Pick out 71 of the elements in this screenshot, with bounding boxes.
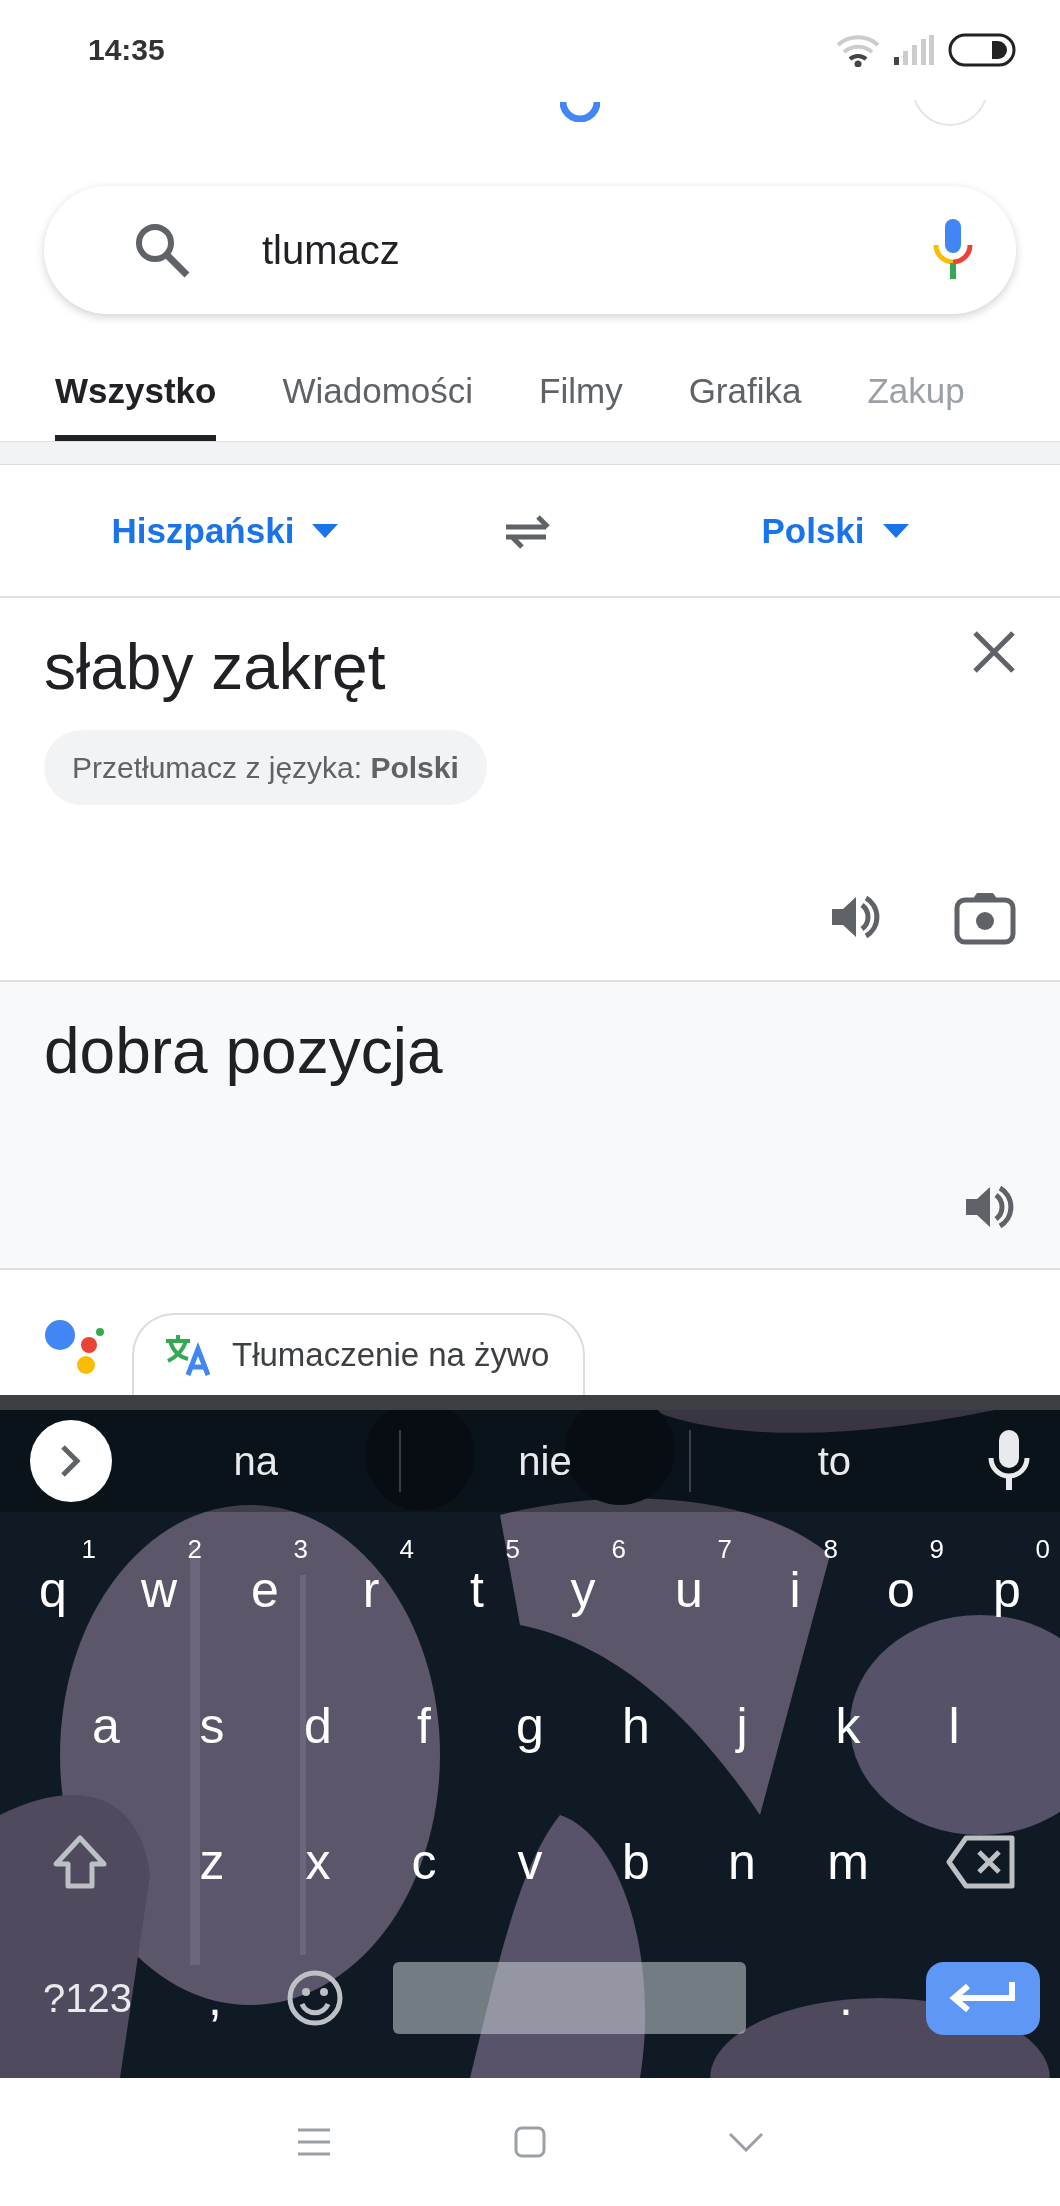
key[interactable]: x bbox=[265, 1802, 371, 1922]
suggestion[interactable]: to bbox=[690, 1438, 978, 1484]
key-hint: 9 bbox=[929, 1534, 944, 1565]
symbols-key[interactable]: ?123 bbox=[0, 1938, 175, 2058]
key[interactable]: w 2 bbox=[106, 1530, 212, 1650]
menu-icon[interactable] bbox=[298, 2127, 330, 2157]
key[interactable]: j bbox=[689, 1666, 795, 1786]
key[interactable]: z bbox=[159, 1802, 265, 1922]
key[interactable]: g bbox=[477, 1666, 583, 1786]
wifi-icon bbox=[836, 33, 880, 67]
key-hint: 0 bbox=[1035, 1534, 1050, 1565]
key[interactable]: r 4 bbox=[318, 1530, 424, 1650]
key-hint: 5 bbox=[505, 1534, 520, 1565]
tab[interactable]: Filmy bbox=[539, 370, 623, 441]
key[interactable]: d bbox=[265, 1666, 371, 1786]
key[interactable]: u 7 bbox=[636, 1530, 742, 1650]
source-language-button[interactable]: Hiszpański bbox=[105, 504, 345, 557]
battery-icon bbox=[948, 33, 1016, 67]
home-icon[interactable] bbox=[514, 2126, 546, 2158]
logo-icon bbox=[560, 100, 600, 122]
key[interactable]: k bbox=[795, 1666, 901, 1786]
key-hint: 1 bbox=[81, 1534, 96, 1565]
key[interactable]: o 9 bbox=[848, 1530, 954, 1650]
chevron-icon bbox=[60, 1444, 82, 1478]
back-icon[interactable] bbox=[728, 2132, 764, 2152]
key[interactable]: c bbox=[371, 1802, 477, 1922]
key-hint: 8 bbox=[823, 1534, 838, 1565]
key[interactable]: a bbox=[53, 1666, 159, 1786]
tab[interactable]: Grafika bbox=[688, 370, 802, 441]
caret-icon bbox=[882, 523, 909, 538]
camera-icon[interactable] bbox=[954, 890, 1016, 946]
key[interactable]: . bbox=[806, 1938, 886, 2058]
caret-icon bbox=[312, 523, 339, 538]
key[interactable]: v bbox=[477, 1802, 583, 1922]
translate-icon bbox=[164, 1333, 210, 1377]
suggestion[interactable]: nie bbox=[401, 1438, 689, 1484]
live-translate-chip[interactable]: Tłumaczenie na żywo bbox=[132, 1313, 586, 1395]
key[interactable]: y 6 bbox=[530, 1530, 636, 1650]
key-hint: 7 bbox=[717, 1534, 732, 1565]
key[interactable]: q 1 bbox=[0, 1530, 106, 1650]
key-hint: 4 bbox=[399, 1534, 414, 1565]
emoji-icon bbox=[287, 1970, 343, 2026]
assistant-icon[interactable] bbox=[44, 1319, 106, 1375]
key[interactable]: e 3 bbox=[212, 1530, 318, 1650]
key[interactable]: s bbox=[159, 1666, 265, 1786]
key[interactable]: m bbox=[795, 1802, 901, 1922]
key[interactable]: h bbox=[583, 1666, 689, 1786]
key[interactable]: i 8 bbox=[742, 1530, 848, 1650]
detect-language-chip[interactable]: Przetłumacz z języka: Polski bbox=[44, 730, 487, 805]
close-icon[interactable] bbox=[972, 630, 1016, 674]
source-text[interactable]: słaby zakręt bbox=[44, 630, 386, 704]
translated-text: dobra pozycja bbox=[44, 1014, 444, 1088]
enter-key[interactable] bbox=[926, 1961, 1040, 2035]
key[interactable]: n bbox=[689, 1802, 795, 1922]
microphone-icon[interactable] bbox=[988, 1430, 1030, 1492]
suggestion[interactable]: na bbox=[112, 1438, 400, 1484]
key[interactable]: , bbox=[175, 1938, 255, 2058]
key-hint: 6 bbox=[611, 1534, 626, 1565]
clock-time: 14:35 bbox=[88, 33, 165, 67]
search-field[interactable]: tlumacz bbox=[44, 186, 1016, 314]
key[interactable]: f bbox=[371, 1666, 477, 1786]
target-language-button[interactable]: Polski bbox=[755, 504, 915, 557]
backspace-icon bbox=[945, 1835, 1016, 1889]
tab[interactable]: Wiadomości bbox=[282, 370, 474, 441]
shift-icon bbox=[51, 1834, 108, 1890]
signal-icon bbox=[894, 35, 934, 65]
key[interactable]: t 5 bbox=[424, 1530, 530, 1650]
key[interactable]: b bbox=[583, 1802, 689, 1922]
key-hint: 3 bbox=[293, 1534, 308, 1565]
key[interactable]: p 0 bbox=[954, 1530, 1060, 1650]
key-hint: 2 bbox=[187, 1534, 202, 1565]
